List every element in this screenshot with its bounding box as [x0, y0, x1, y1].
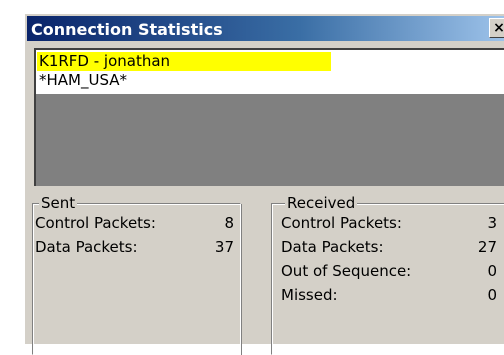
sent-legend: Sent	[39, 193, 78, 213]
received-missed-value: 0	[487, 286, 497, 304]
sent-data-packets-label: Data Packets:	[35, 238, 138, 256]
sent-control-packets-label: Control Packets:	[35, 214, 156, 232]
sent-control-packets-value: 8	[224, 214, 234, 232]
close-button[interactable]: ×	[489, 18, 504, 38]
title-bar[interactable]: Connection Statistics ×	[27, 16, 504, 41]
received-legend: Received	[285, 193, 358, 213]
sent-group: Sent Control Packets: 8 Data Packets: 37	[32, 193, 241, 355]
received-data-packets-label: Data Packets:	[281, 238, 384, 256]
received-missed-label: Missed:	[281, 286, 338, 304]
received-control-packets-value: 3	[487, 214, 497, 232]
received-out-of-sequence-value: 0	[487, 262, 497, 280]
received-group: Received Control Packets: 3 Data Packets…	[271, 193, 504, 355]
received-out-of-sequence-label: Out of Sequence:	[281, 262, 412, 280]
received-data-packets-value: 27	[477, 238, 497, 256]
connection-list[interactable]: K1RFD - jonathan *HAM_USA*	[34, 48, 504, 186]
connection-statistics-window: Connection Statistics × K1RFD - jonathan…	[24, 13, 504, 355]
sent-data-packets-value: 37	[214, 238, 234, 256]
list-item-selected[interactable]: K1RFD - jonathan	[37, 52, 331, 71]
window-title: Connection Statistics	[31, 20, 223, 39]
list-item[interactable]: *HAM_USA*	[37, 71, 127, 90]
received-control-packets-label: Control Packets:	[281, 214, 402, 232]
